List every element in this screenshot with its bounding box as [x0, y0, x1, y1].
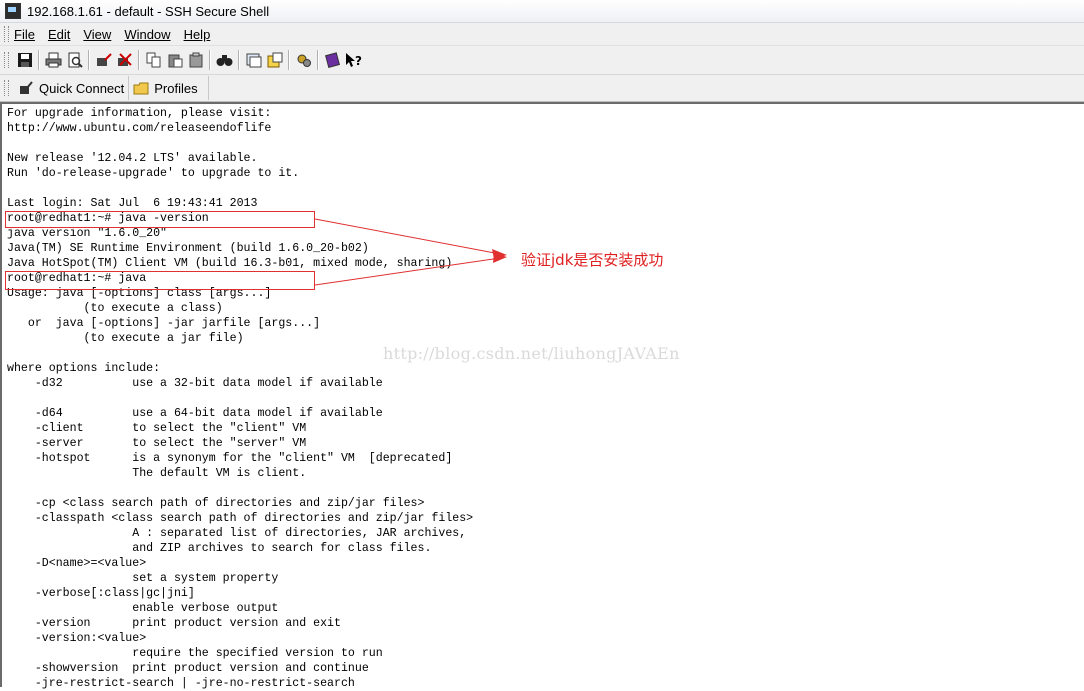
arrow-line-upper — [314, 218, 501, 255]
annotation-label: 验证jdk是否安装成功 — [521, 251, 664, 269]
annotation-arrows — [314, 218, 507, 286]
arrow-line-lower — [314, 257, 501, 286]
